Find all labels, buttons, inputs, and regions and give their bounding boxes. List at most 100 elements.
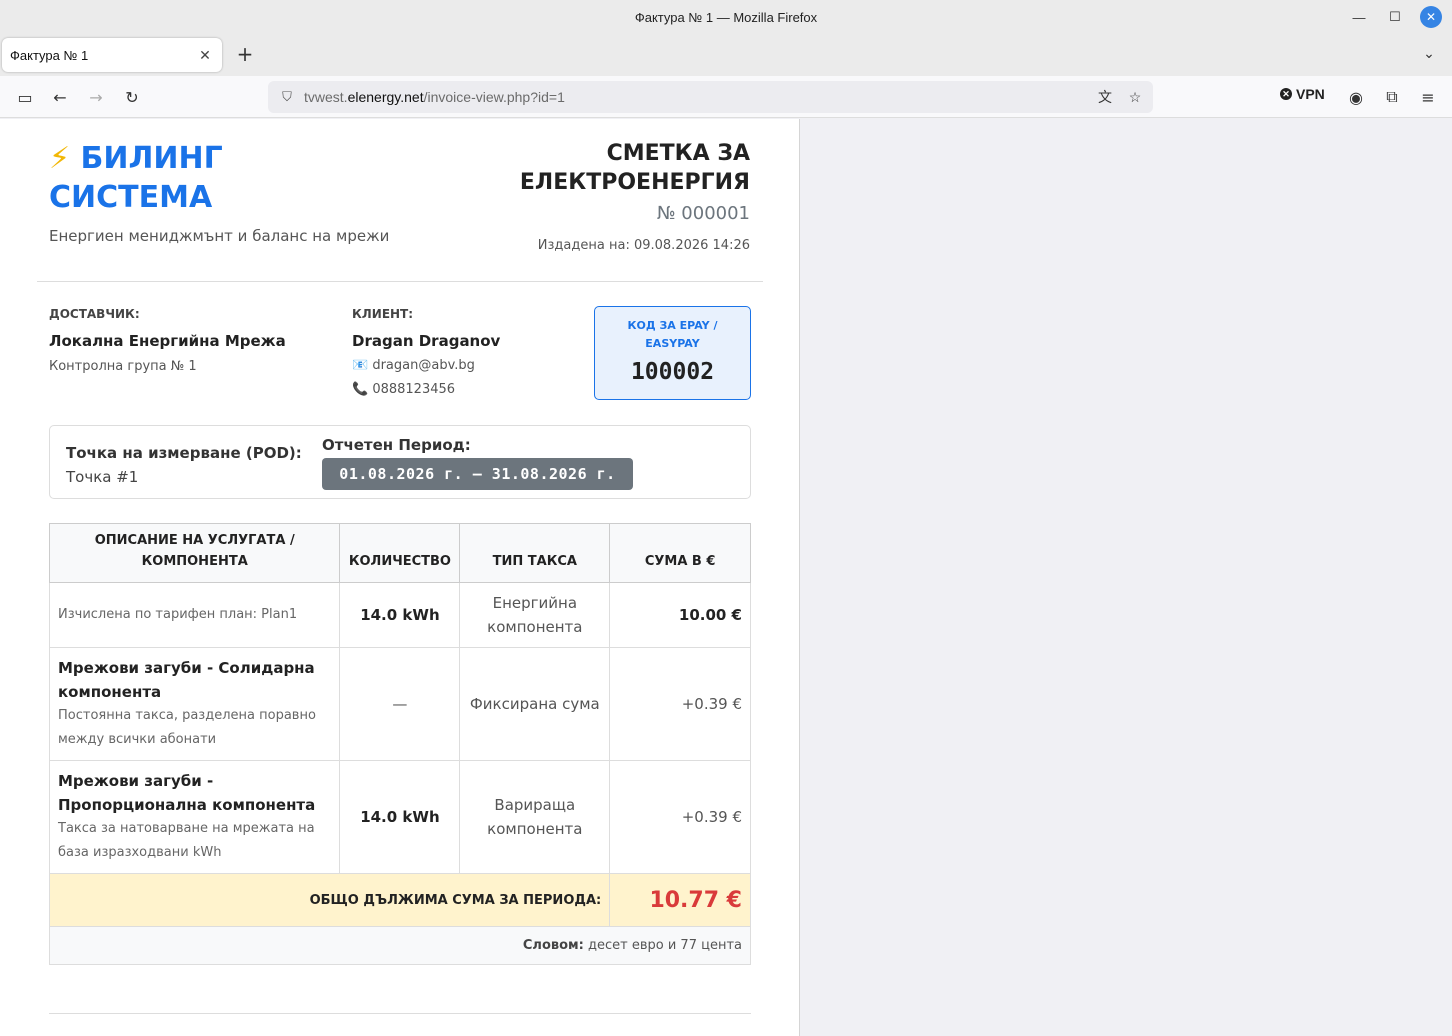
amount-in-words-row: Словом: десет евро и 77 цента <box>49 926 751 965</box>
client-name: Dragan Draganov <box>352 332 501 350</box>
header-amount: СУМА В € <box>609 523 751 583</box>
total-label: ОБЩО ДЪЛЖИМА СУМА ЗА ПЕРИОДА: <box>48 873 611 927</box>
pod-info: Точка на измерване (POD): Точка #1 <box>66 441 328 489</box>
epay-label: КОД ЗА EPAY / EASYPAY <box>627 319 718 350</box>
bookmark-star-icon[interactable]: ☆ <box>1125 87 1145 107</box>
client-phone-line: 📞 0888123456 <box>352 382 455 397</box>
pod-box: Точка на измерване (POD): Точка #1 Отчет… <box>49 425 751 499</box>
row-quantity: 14.0 kWh <box>339 582 461 648</box>
row-quantity: 14.0 kWh <box>339 760 461 874</box>
window-controls: — ☐ ✕ <box>1348 6 1442 28</box>
issued-label: Издадена на: <box>537 238 630 253</box>
pod-label: Точка на измерване (POD): <box>66 444 302 462</box>
supplier-name: Локална Енергийна Мрежа <box>49 332 286 350</box>
row-description: Мрежови загуби - Солидарна компонента По… <box>48 647 341 761</box>
brand-name-line1: БИЛИНГ <box>80 141 223 176</box>
tab-invoice[interactable]: Фактура № 1 ✕ <box>2 38 222 72</box>
document-issued: Издадена на: 09.08.2026 14:26 <box>538 238 750 253</box>
pod-value: Точка #1 <box>66 468 139 486</box>
brand-logo: ⚡ БИЛИНГ СИСТЕМА <box>49 139 223 217</box>
extensions-icon[interactable]: ⧉ <box>1381 86 1403 108</box>
row-amount: +0.39 € <box>609 760 751 874</box>
close-tab-icon[interactable]: ✕ <box>196 46 214 64</box>
epay-code-box: КОД ЗА EPAY / EASYPAY 100002 <box>594 306 751 400</box>
page-viewport: ⚡ БИЛИНГ СИСТЕМА Енергиен мениджмънт и б… <box>0 119 1452 1036</box>
menu-icon[interactable]: ≡ <box>1417 86 1439 108</box>
period-label: Отчетен Период: <box>322 436 471 454</box>
row-title: Мрежови загуби - Пропорционална компонен… <box>58 772 316 814</box>
client-label: КЛИЕНТ: <box>352 307 414 321</box>
row-desc-text: Постоянна такса, разделена поравно между… <box>58 708 316 747</box>
header-description: ОПИСАНИЕ НА УСЛУГАТА / КОМПОНЕНТА <box>48 523 341 583</box>
sidebar-icon[interactable]: ▭ <box>14 86 36 108</box>
row-desc-text: Изчислена по тарифен план: Plan1 <box>58 607 298 622</box>
chevron-down-icon[interactable]: ⌄ <box>1418 43 1440 65</box>
client-phone: 0888123456 <box>372 382 456 397</box>
table-header-row: ОПИСАНИЕ НА УСЛУГАТА / КОМПОНЕНТА КОЛИЧЕ… <box>48 523 751 583</box>
minimize-icon[interactable]: — <box>1348 6 1370 28</box>
issued-value: 09.08.2026 14:26 <box>633 238 750 253</box>
url-actions: 文 ☆ <box>1095 87 1145 107</box>
row-description: Изчислена по тарифен план: Plan1 <box>48 582 341 648</box>
brand-tagline: Енергиен мениджмънт и баланс на мрежи <box>49 227 390 245</box>
forward-icon[interactable]: → <box>85 86 107 108</box>
table-row: Мрежови загуби - Солидарна компонента По… <box>48 647 751 761</box>
shield-icon[interactable]: ⛉ <box>278 88 296 106</box>
table-row: Мрежови загуби - Пропорционална компонен… <box>48 760 751 874</box>
url-bar[interactable]: ⛉ tvwest. elenergy.net/invoice-view.php?i… <box>268 81 1153 113</box>
row-description: Мрежови загуби - Пропорционална компонен… <box>48 760 341 874</box>
url-host: elenergy.net <box>347 89 424 105</box>
translate-icon[interactable]: 文 <box>1095 87 1115 107</box>
epay-code: 100002 <box>630 359 715 385</box>
words-label: Словом: <box>522 938 584 953</box>
supplier-group: Контролна група № 1 <box>49 359 197 374</box>
row-amount: +0.39 € <box>609 647 751 761</box>
words-value: десет евро и 77 цента <box>588 938 742 953</box>
new-tab-icon[interactable]: + <box>234 42 256 66</box>
close-window-icon[interactable]: ✕ <box>1420 6 1442 28</box>
document-title-line2: ЕЛЕКТРОЕНЕРГИЯ <box>519 170 750 195</box>
document-title-line1: СМЕТКА ЗА <box>606 141 750 166</box>
navigation-bar: ▭ ← → ↻ ⛉ tvwest. elenergy.net/invoice-vi… <box>0 76 1452 118</box>
document-title: СМЕТКА ЗА ЕЛЕКТРОЕНЕРГИЯ <box>450 139 750 197</box>
vpn-status-icon: ✕ <box>1280 88 1292 100</box>
total-amount: 10.77 € <box>609 873 751 927</box>
client-email: dragan@abv.bg <box>372 358 475 373</box>
amount-in-words: Словом: десет евро и 77 цента <box>49 926 751 965</box>
table-row: Изчислена по тарифен план: Plan1 14.0 kW… <box>48 582 751 648</box>
divider <box>37 281 763 282</box>
invoice-page: ⚡ БИЛИНГ СИСТЕМА Енергиен мениджмънт и б… <box>0 119 800 1036</box>
tab-title: Фактура № 1 <box>10 47 89 63</box>
client-email-line: 📧 dragan@abv.bg <box>352 358 475 373</box>
row-quantity: — <box>339 647 461 761</box>
reload-icon[interactable]: ↻ <box>121 86 143 108</box>
row-fee-type: Енергийна компонента <box>459 582 611 648</box>
vpn-button[interactable]: ✕ VPN <box>1280 86 1325 102</box>
back-icon[interactable]: ← <box>49 86 71 108</box>
row-fee-type: Фиксирана сума <box>459 647 611 761</box>
total-row: ОБЩО ДЪЛЖИМА СУМА ЗА ПЕРИОДА: 10.77 € <box>48 873 751 927</box>
divider <box>49 1013 751 1014</box>
phone-icon: 📞 <box>352 382 369 397</box>
row-title: Мрежови загуби - Солидарна компонента <box>58 659 315 701</box>
email-icon: 📧 <box>352 358 369 373</box>
header-fee-type: ТИП ТАКСА <box>459 523 611 583</box>
header-quantity: КОЛИЧЕСТВО <box>339 523 461 583</box>
window-titlebar: Фактура № 1 — Mozilla Firefox — ☐ ✕ <box>0 0 1452 34</box>
url-path: /invoice-view.php?id=1 <box>423 89 565 105</box>
maximize-icon[interactable]: ☐ <box>1384 6 1406 28</box>
url-prefix: tvwest. <box>304 89 348 105</box>
period-badge: 01.08.2026 г. – 31.08.2026 г. <box>322 458 633 490</box>
document-number: № 000001 <box>656 203 750 224</box>
lightning-icon: ⚡ <box>49 141 71 176</box>
invoice-table: ОПИСАНИЕ НА УСЛУГАТА / КОМПОНЕНТА КОЛИЧЕ… <box>48 523 751 965</box>
tab-bar: Фактура № 1 ✕ + ⌄ <box>0 34 1452 76</box>
row-fee-type: Варираща компонента <box>459 760 611 874</box>
window-title: Фактура № 1 — Mozilla Firefox <box>634 9 818 25</box>
row-amount: 10.00 € <box>609 582 751 648</box>
brand-name-line2: СИСТЕМА <box>49 180 213 215</box>
supplier-label: ДОСТАВЧИК: <box>49 307 140 321</box>
vpn-label: VPN <box>1296 86 1325 102</box>
row-desc-text: Такса за натоварване на мрежата на база … <box>58 821 315 860</box>
account-icon[interactable]: ◉ <box>1345 86 1367 108</box>
